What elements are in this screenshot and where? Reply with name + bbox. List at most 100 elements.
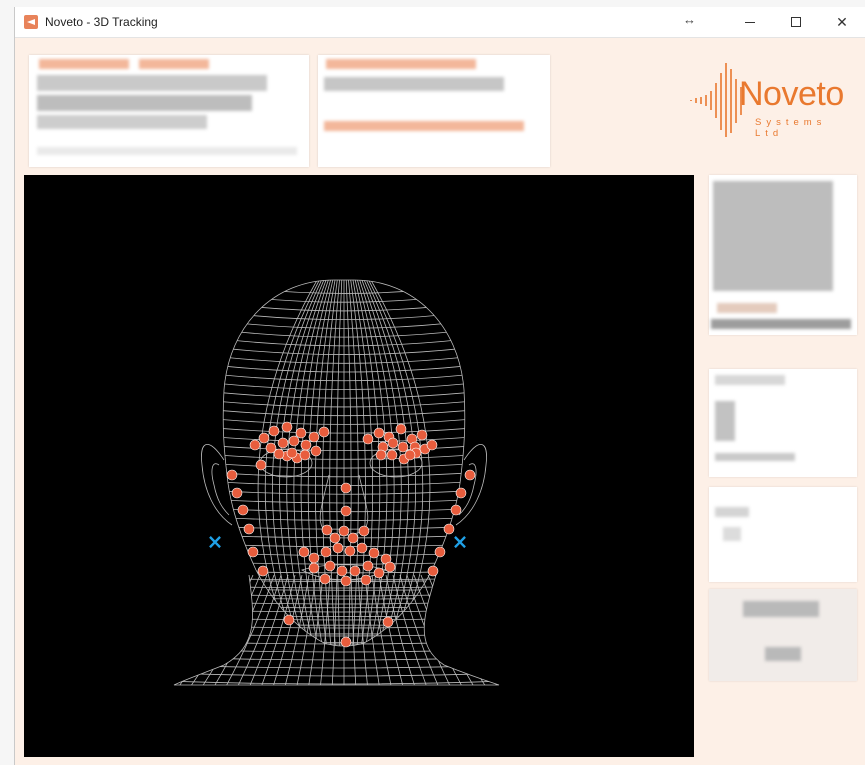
face-landmark-point	[450, 504, 462, 516]
face-landmark-point	[319, 573, 331, 585]
face-landmark-point	[308, 431, 320, 443]
blurred-text	[37, 95, 252, 111]
close-button[interactable]: ✕	[819, 7, 865, 37]
wireframe-line	[271, 575, 303, 685]
blurred-action-button[interactable]	[743, 601, 819, 617]
face-landmark-point	[356, 542, 368, 554]
wireframe-line	[361, 280, 409, 646]
side-panel-settings	[709, 369, 857, 477]
maximize-icon	[791, 17, 801, 27]
wireframe-line	[314, 280, 337, 646]
face-landmark-point	[344, 545, 356, 557]
face-landmark-point	[283, 614, 295, 626]
face-landmark-point	[249, 439, 261, 451]
blurred-heading	[39, 59, 129, 69]
logo-tagline: Systems Ltd	[755, 117, 827, 139]
face-landmark-point	[268, 425, 280, 437]
face-landmark-point	[273, 448, 285, 460]
blurred-text	[711, 319, 851, 329]
face-landmark-point	[386, 449, 398, 461]
face-landmark-point	[308, 552, 320, 564]
face-landmark-point	[237, 504, 249, 516]
title-bar[interactable]: Noveto - 3D Tracking ↔ ✕	[15, 7, 865, 38]
wireframe-line	[174, 672, 499, 677]
minimize-icon	[745, 21, 755, 23]
blurred-text	[37, 115, 207, 129]
face-landmark-point	[257, 565, 269, 577]
blurred-text	[715, 453, 795, 461]
face-landmark-point	[362, 560, 374, 572]
blurred-text	[37, 75, 267, 91]
wireframe-line	[349, 280, 366, 646]
face-landmark-point	[243, 523, 255, 535]
face-landmark-point	[384, 561, 396, 573]
face-landmark-point	[426, 439, 438, 451]
face-landmark-point	[255, 459, 267, 471]
face-landmark-point	[308, 562, 320, 574]
blurred-heading	[324, 121, 524, 131]
face-landmark-point	[286, 447, 298, 459]
minimize-button[interactable]	[727, 7, 773, 37]
wireframe-line	[355, 280, 388, 646]
window-title: Noveto - 3D Tracking	[45, 15, 158, 29]
blurred-thumbnail	[713, 181, 833, 291]
face-landmark-point	[336, 565, 348, 577]
maximize-button[interactable]	[773, 7, 819, 37]
side-panel-preview	[709, 175, 857, 335]
close-icon: ✕	[836, 13, 848, 30]
wireframe-line	[174, 664, 499, 669]
face-landmark-point	[375, 449, 387, 461]
noveto-logo: Noveto Systems Ltd	[687, 55, 862, 145]
face-landmark-point	[277, 437, 289, 449]
wireframe-line	[441, 575, 499, 685]
wireframe-line	[345, 280, 352, 646]
blurred-action-button[interactable]	[765, 647, 801, 661]
face-landmark-point	[395, 423, 407, 435]
soundwave-logo-icon	[690, 63, 742, 137]
face-landmark-point	[318, 426, 330, 438]
blurred-heading	[326, 59, 476, 69]
ear-position-marker-icon: ×	[452, 530, 469, 554]
wireframe-line	[235, 575, 282, 685]
face-landmark-point	[258, 432, 270, 444]
face-landmark-point	[247, 546, 259, 558]
noveto-app-icon	[24, 15, 38, 29]
face-landmark-point	[464, 469, 476, 481]
face-landmark-point	[226, 469, 238, 481]
face-landmark-point	[360, 574, 372, 586]
wireframe-line	[174, 616, 499, 621]
face-landmark-point	[321, 524, 333, 536]
face-landmark-point	[362, 433, 374, 445]
info-panel-left	[29, 55, 309, 167]
wireframe-line	[434, 575, 499, 685]
face-landmark-point	[347, 532, 359, 544]
blurred-text	[37, 147, 297, 155]
face-landmark-point	[358, 525, 370, 537]
blurred-text	[715, 507, 749, 517]
face-landmark-point	[299, 449, 311, 461]
resize-arrows-icon[interactable]: ↔	[683, 12, 696, 27]
side-panel-status	[709, 487, 857, 582]
face-landmark-point	[368, 547, 380, 559]
face-landmark-point	[324, 560, 336, 572]
face-landmark-point	[320, 546, 332, 558]
wireframe-line	[174, 584, 499, 589]
wireframe-line	[174, 608, 499, 613]
wireframe-line	[164, 689, 504, 692]
tracking-viewport[interactable]: × ×	[24, 175, 694, 757]
face-landmark-point	[310, 445, 322, 457]
face-landmark-point	[373, 427, 385, 439]
wireframe-line	[420, 575, 477, 685]
face-landmark-point	[373, 567, 385, 579]
logo-wordmark: Noveto	[739, 75, 844, 113]
blurred-text	[324, 77, 504, 91]
wireframe-line	[351, 280, 374, 646]
blurred-text	[723, 527, 741, 541]
ear-position-marker-icon: ×	[207, 530, 224, 554]
face-landmark-point	[340, 482, 352, 494]
wireframe-line	[322, 280, 339, 646]
blurred-text	[715, 401, 735, 441]
info-panel-right	[318, 55, 550, 167]
wireframe-line	[357, 280, 395, 646]
side-panel-actions	[709, 589, 857, 681]
